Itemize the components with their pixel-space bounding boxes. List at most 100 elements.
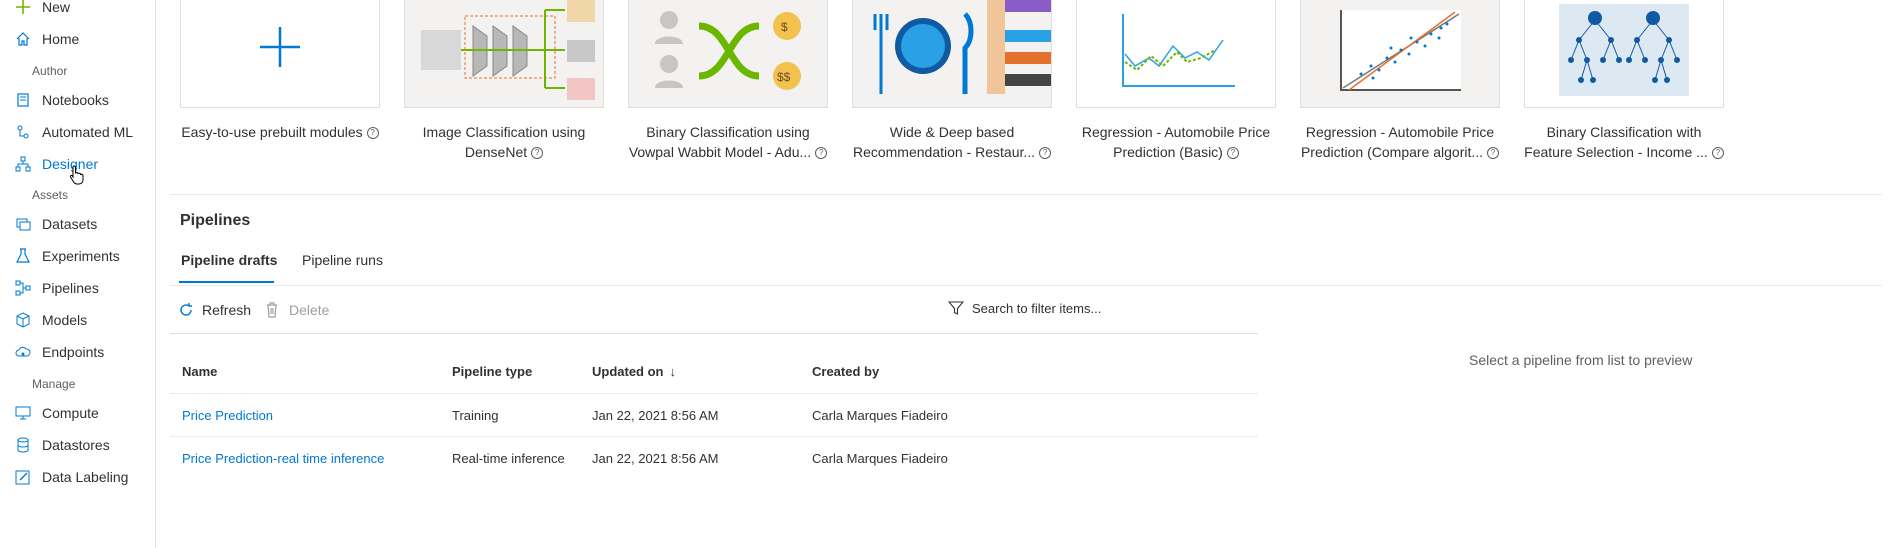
nav-data-labeling-label: Data Labeling [42,469,129,485]
pipeline-created-by: Carla Marques Fiadeiro [812,408,948,423]
divider [170,194,1882,195]
column-header-created[interactable]: Created by [812,364,879,379]
nav-endpoints[interactable]: Endpoints [14,341,104,363]
trash-icon [265,302,279,318]
pipeline-icon [14,279,32,297]
pipeline-name-link[interactable]: Price Prediction-real time inference [182,451,384,466]
divider [170,436,1258,437]
help-icon[interactable]: ? [531,147,544,160]
sample-thumbnail [1524,0,1724,108]
nav-automated-ml-label: Automated ML [42,124,134,140]
delete-button[interactable]: Delete [265,302,329,318]
flask-icon [14,247,32,265]
refresh-icon [178,302,194,318]
nav-new-label: New [42,0,71,15]
nav-datastores-label: Datastores [42,437,110,453]
nav-designer[interactable]: Designer [14,153,98,175]
sample-card-prebuilt[interactable]: Easy-to-use prebuilt modules? [180,0,380,142]
edit-icon [14,468,32,486]
decision-tree-illustration [1559,4,1689,96]
nav-datastores[interactable]: Datastores [14,434,110,456]
help-icon[interactable]: ? [1487,147,1500,160]
pipeline-name-link[interactable]: Price Prediction [182,408,273,423]
nav-home[interactable]: Home [14,28,79,50]
automl-icon [14,123,32,141]
line-chart-illustration [1122,14,1235,87]
nav-datasets[interactable]: Datasets [14,213,97,235]
search-input[interactable]: Search to filter items... [972,301,1101,316]
nav-experiments[interactable]: Experiments [14,245,120,267]
nav-datasets-label: Datasets [42,216,98,232]
filter-icon [948,300,964,316]
pipeline-type: Training [452,408,499,423]
sample-thumbnail [852,0,1052,108]
sample-title: Binary Classification using [646,124,810,140]
refresh-button[interactable]: Refresh [178,302,251,318]
sample-thumbnail [404,0,604,108]
help-icon[interactable]: ? [1226,147,1239,160]
datasets-icon [14,215,32,233]
nav-notebooks-label: Notebooks [42,92,109,108]
recommendation-illustration [873,0,1051,94]
tab-pipeline-runs[interactable]: Pipeline runs [302,252,383,268]
sample-title: Binary Classification with [1546,124,1702,140]
help-icon[interactable]: ? [1039,147,1052,160]
sample-title-line2: Prediction (Compare algorit... [1300,144,1484,160]
column-header-name[interactable]: Name [182,364,217,379]
sample-card-regression-compare[interactable]: Regression - Automobile Price Prediction … [1300,0,1500,162]
active-tab-indicator [179,281,274,283]
hand-cursor-icon [69,165,85,190]
nav-models-label: Models [42,312,88,328]
arrow-down-icon: ↓ [669,364,677,379]
notebook-icon [14,91,32,109]
sample-thumbnail [1300,0,1500,108]
sample-card-image-classification[interactable]: Image Classification using DenseNet? [404,0,604,162]
image-classification-illustration [421,0,595,100]
sample-thumbnail [1076,0,1276,108]
sample-title-line2: Recommendation - Restaur... [852,144,1036,160]
help-icon[interactable]: ? [1711,147,1724,160]
nav-compute[interactable]: Compute [14,402,99,424]
nav-models[interactable]: Models [14,309,87,331]
divider [170,285,1882,286]
plus-icon [260,27,300,67]
section-manage: Manage [32,377,76,391]
sample-title-line2: DenseNet [464,144,528,160]
search-filter[interactable]: Search to filter items... [948,300,1101,316]
designer-icon [14,155,32,173]
section-author: Author [32,64,68,78]
sample-card-wide-deep[interactable]: Wide & Deep based Recommendation - Restau… [852,0,1052,162]
section-assets: Assets [32,188,69,202]
nav-automated-ml[interactable]: Automated ML [14,121,133,143]
nav-pipelines[interactable]: Pipelines [14,277,99,299]
nav-pipelines-label: Pipelines [42,280,99,296]
help-icon[interactable]: ? [815,147,828,160]
sample-title: Regression - Automobile Price [1305,124,1495,140]
sample-thumbnail: $ $$ [628,0,828,108]
nav-data-labeling[interactable]: Data Labeling [14,466,128,488]
sample-title: Image Classification using [422,124,586,140]
nav-experiments-label: Experiments [42,248,120,264]
pipeline-type: Real-time inference [452,451,565,466]
column-header-updated[interactable]: Updated on ↓ [592,364,676,379]
svg-text:$: $ [781,20,788,34]
sample-card-binary-feature-selection[interactable]: Binary Classification with Feature Select… [1524,0,1724,162]
column-header-type[interactable]: Pipeline type [452,364,532,379]
nav-new[interactable]: New [14,0,70,18]
left-nav: New Home Author Notebooks Automated ML D… [0,0,156,548]
help-icon[interactable]: ? [366,127,379,140]
column-header-updated-label: Updated on [592,364,664,379]
refresh-label: Refresh [202,302,252,318]
sample-thumbnail [180,0,380,108]
cube-icon [14,311,32,329]
sample-card-regression-basic[interactable]: Regression - Automobile Price Prediction … [1076,0,1276,162]
svg-text:$$: $$ [777,70,791,84]
plus-icon [14,0,32,16]
sample-title: Regression - Automobile Price [1081,124,1271,140]
sample-title-line2: Prediction (Basic) [1113,144,1223,160]
tab-pipeline-drafts[interactable]: Pipeline drafts [181,252,277,268]
sample-card-binary-vowpal[interactable]: $ $$ Binary Classification using Vowpal W… [628,0,828,162]
pipeline-updated: Jan 22, 2021 8:56 AM [592,408,719,423]
home-icon [14,30,32,48]
nav-notebooks[interactable]: Notebooks [14,89,109,111]
